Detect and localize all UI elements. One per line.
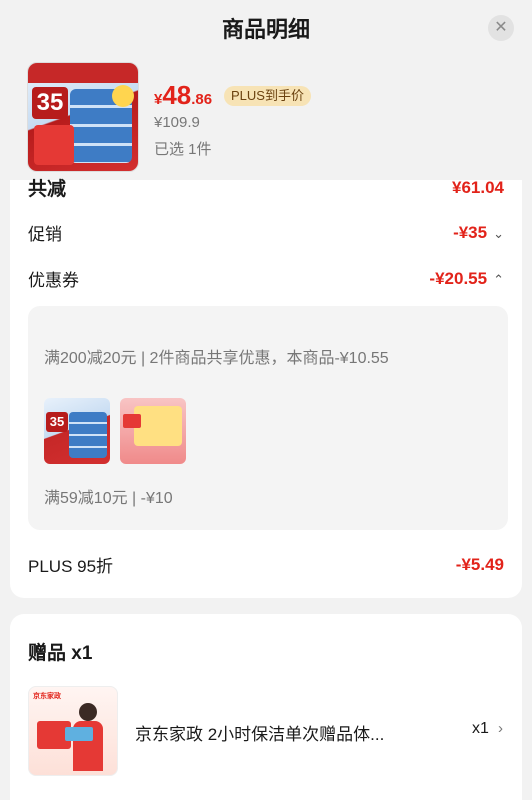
chevron-down-icon[interactable]: ⌄ — [493, 226, 504, 242]
price-decimal: .86 — [191, 91, 213, 108]
gift-image-logo: 京东家政 — [33, 693, 61, 700]
total-discount-label: 共减 — [28, 179, 67, 200]
product-image[interactable]: 35 — [27, 62, 139, 172]
coupon-product-thumb-tag — [123, 414, 141, 428]
chevron-right-icon[interactable]: › — [498, 720, 503, 737]
promotion-amount-wrap: -¥35 ⌄ — [453, 223, 504, 243]
promotion-row[interactable]: 促销 -¥35 ⌄ — [28, 220, 504, 245]
total-discount-row: 共减 ¥61.04 — [28, 174, 504, 201]
coupon-amount: -¥20.55 — [429, 268, 488, 288]
selected-count: 已选 1件 — [154, 141, 212, 158]
product-image-seal — [112, 85, 134, 107]
plus-discount-label: PLUS 95折 — [28, 557, 114, 576]
total-discount-amount: ¥61.04 — [452, 177, 504, 197]
coupon-product-thumb-box — [134, 406, 182, 446]
plus-discount-amount: -¥5.49 — [455, 554, 504, 574]
close-icon[interactable]: ✕ — [488, 15, 514, 41]
gift-image[interactable]: 京东家政 — [28, 686, 118, 776]
gift-image-person-head — [79, 703, 97, 721]
gift-quantity: x1 — [472, 720, 489, 737]
sheet-header: 商品明细 ✕ — [0, 0, 532, 56]
discount-breakdown-card: 共减 ¥61.04 促销 -¥35 ⌄ 优惠券 -¥20.55 ⌃ 满200减20元… — [10, 178, 522, 598]
plus-price: ¥ 48 .86 — [154, 80, 212, 111]
coupon-row[interactable]: 优惠券 -¥20.55 ⌃ — [28, 266, 504, 291]
chevron-up-icon[interactable]: ⌃ — [493, 272, 504, 288]
product-image-ribbon — [28, 63, 138, 83]
price-currency: ¥ — [154, 91, 163, 108]
coupon-label: 优惠券 — [28, 271, 79, 290]
gift-image-towel — [65, 727, 93, 741]
plus-price-tag: PLUS到手价 — [224, 86, 311, 106]
coupon-detail-text: 满59减10元 | -¥10 — [44, 490, 173, 507]
coupon-product-thumb-packs — [69, 412, 107, 458]
original-price: ¥109.9 — [154, 114, 200, 131]
product-image-redbox — [34, 125, 74, 165]
coupon-product-thumb[interactable] — [120, 398, 186, 464]
coupon-detail-panel: 满200减20元 | 2件商品共享优惠，本商品-¥10.55 35 满59减10… — [28, 306, 508, 530]
product-summary: 35 ¥ 48 .86 PLUS到手价 ¥109.9 已选 1件 — [0, 56, 532, 180]
coupon-product-thumb-badge: 35 — [46, 412, 68, 432]
gifts-title: 赠品 x1 — [28, 643, 93, 664]
promotion-label: 促销 — [28, 225, 62, 244]
promotion-amount: -¥35 — [453, 222, 488, 242]
plus-discount-row: PLUS 95折 -¥5.49 — [28, 552, 504, 577]
gift-name[interactable]: 京东家政 2小时保洁单次赠品体... — [135, 720, 435, 745]
gifts-card: 赠品 x1 京东家政 京东家政 2小时保洁单次赠品体... x1 › — [10, 614, 522, 800]
coupon-detail-text: 满200减20元 | 2件商品共享优惠，本商品-¥10.55 — [44, 350, 389, 367]
page-title: 商品明细 — [221, 17, 310, 42]
price-integer: 48 — [162, 80, 192, 110]
coupon-product-thumb[interactable]: 35 — [44, 398, 110, 464]
product-image-badge: 35 — [32, 87, 68, 119]
coupon-amount-wrap: -¥20.55 ⌃ — [429, 269, 504, 289]
